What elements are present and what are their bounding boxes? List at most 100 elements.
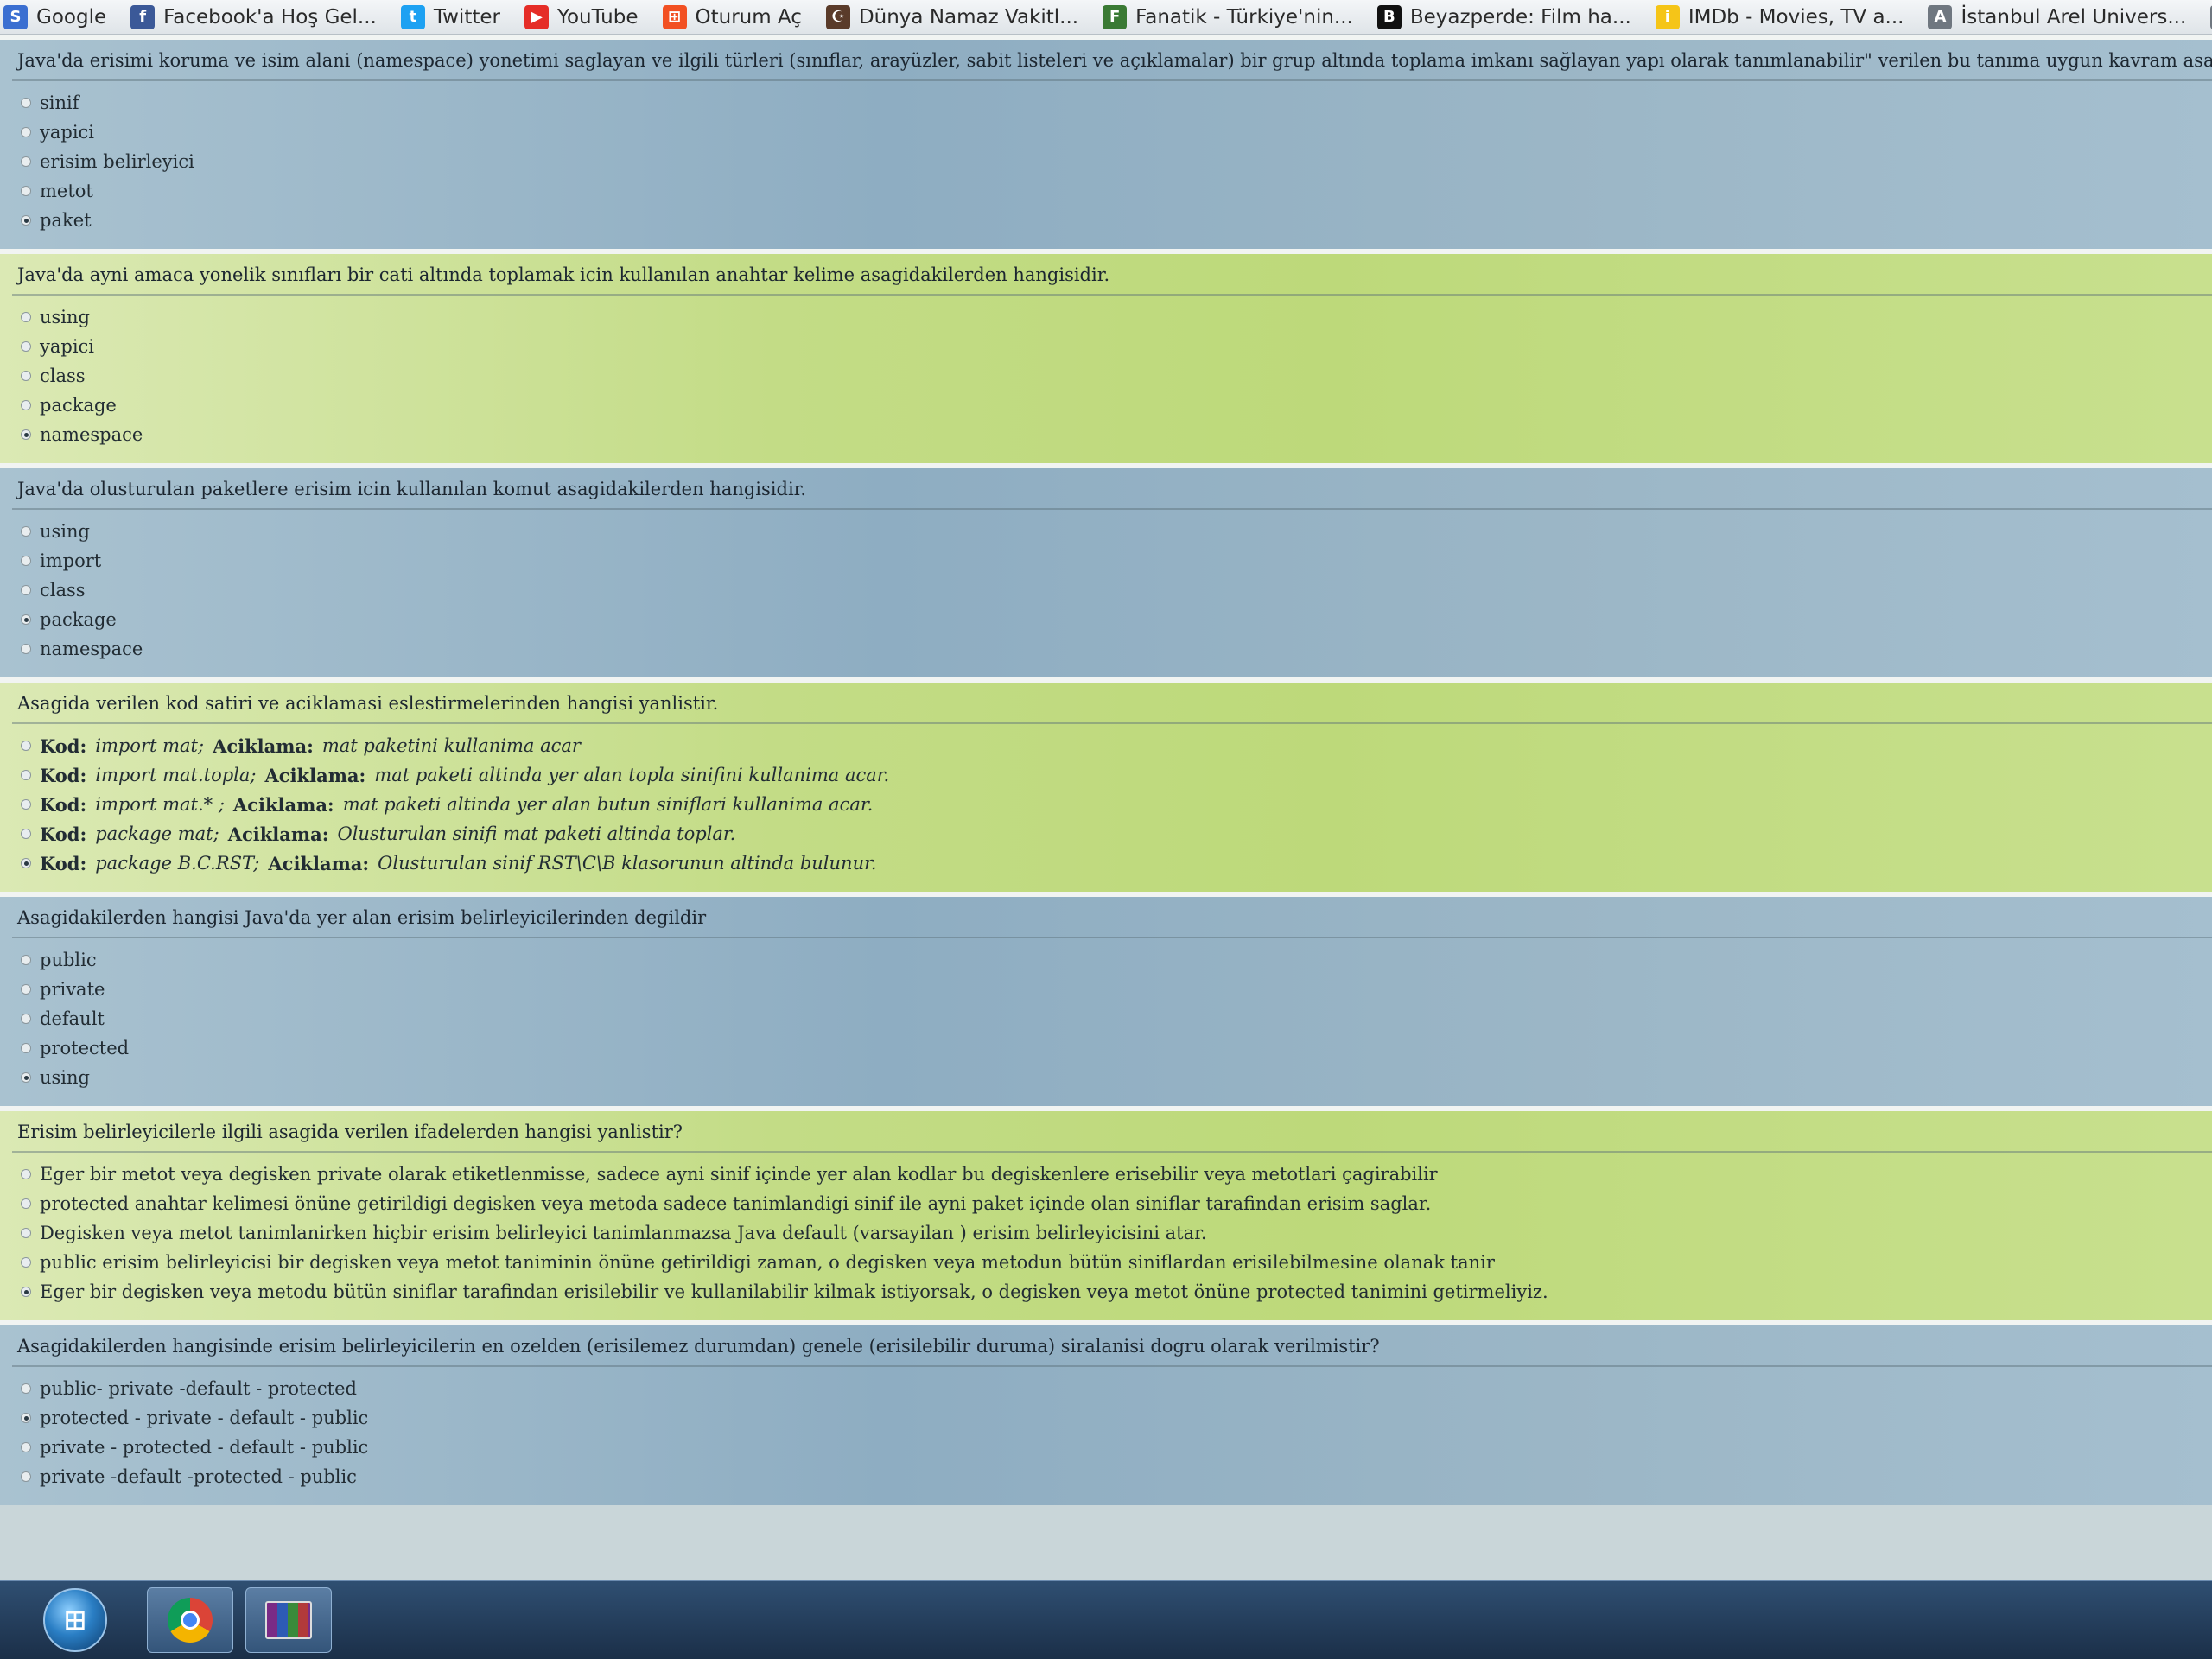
start-button[interactable]: ⊞ [43, 1588, 107, 1652]
answer-option[interactable]: class [21, 361, 2212, 391]
answer-option[interactable]: public erisim belirleyicisi bir degisken… [21, 1248, 2212, 1277]
question-block: Asagida verilen kod satiri ve aciklamasi… [0, 677, 2212, 892]
option-label: protected [40, 1038, 130, 1058]
taskbar-chrome-button[interactable] [147, 1587, 233, 1653]
question-block: Asagidakilerden hangisinde erisim belirl… [0, 1320, 2212, 1505]
bookmark-item[interactable]: ▶ YouTube [524, 4, 639, 29]
answer-option[interactable]: Kod: import mat.* ; Aciklama: mat paketi al… [21, 790, 2212, 819]
radio-button[interactable] [21, 371, 31, 381]
bookmark-item[interactable]: B Beyazperde: Film ha... [1376, 4, 1631, 29]
bookmark-item[interactable]: ⊞ Oturum Aç [662, 4, 802, 29]
radio-button-checked[interactable] [21, 215, 31, 226]
answer-option[interactable]: public [21, 945, 2212, 975]
radio-button[interactable] [21, 770, 31, 780]
answer-option[interactable]: paket [21, 206, 2212, 235]
option-label: using [40, 1067, 90, 1088]
radio-button-checked[interactable] [21, 858, 31, 868]
answer-option[interactable]: sinif [21, 88, 2212, 118]
radio-button[interactable] [21, 526, 31, 537]
radio-button[interactable] [21, 156, 31, 167]
radio-button[interactable] [21, 984, 31, 995]
radio-button[interactable] [21, 1383, 31, 1394]
option-label: import [40, 550, 102, 571]
radio-button[interactable] [21, 1198, 31, 1209]
bookmark-item[interactable]: S Google [3, 4, 106, 29]
radio-button[interactable] [21, 127, 31, 137]
answer-option[interactable]: private -default -protected - public [21, 1462, 2212, 1491]
bookmarks-bar: S Google f Facebook'a Hoş Gel... t Twitter ▶ Yo… [0, 0, 2212, 35]
code-value: package B.C.RST; [95, 853, 260, 874]
radio-button[interactable] [21, 341, 31, 352]
radio-button[interactable] [21, 1043, 31, 1053]
taskbar-winrar-button[interactable] [245, 1587, 332, 1653]
radio-button-checked[interactable] [21, 1287, 31, 1297]
question-text: Java'da olusturulan paketlere erisim ici… [12, 472, 2212, 510]
answer-option[interactable]: using [21, 1063, 2212, 1092]
answer-option[interactable]: Kod: import mat; Aciklama: mat paketini kul… [21, 731, 2212, 760]
answer-option[interactable]: metot [21, 176, 2212, 206]
radio-button[interactable] [21, 799, 31, 810]
radio-button[interactable] [21, 1014, 31, 1024]
answer-option[interactable]: Kod: import mat.topla; Aciklama: mat paketi… [21, 760, 2212, 790]
answer-option[interactable]: Kod: package B.C.RST; Aciklama: Olusturulan… [21, 849, 2212, 878]
answer-option[interactable]: public- private -default - protected [21, 1374, 2212, 1403]
bookmark-label: Dünya Namaz Vakitl... [858, 5, 1079, 29]
answer-option[interactable]: namespace [21, 420, 2212, 449]
winrar-icon [265, 1601, 312, 1639]
bookmark-item[interactable]: A İstanbul Arel Univers... [1928, 4, 2186, 29]
radio-button[interactable] [21, 1471, 31, 1482]
answer-option[interactable]: class [21, 575, 2212, 605]
radio-button[interactable] [21, 829, 31, 839]
description-value: Olusturulan sinifi mat paketi altinda to… [337, 823, 736, 844]
bookmark-item[interactable]: i IMDb - Movies, TV a... [1655, 4, 1904, 29]
radio-button[interactable] [21, 1257, 31, 1268]
windows-icon: ⊞ [662, 4, 687, 29]
radio-button-checked[interactable] [21, 614, 31, 625]
answer-option[interactable]: Eger bir metot veya degisken private ola… [21, 1160, 2212, 1189]
radio-button[interactable] [21, 1442, 31, 1452]
answer-option[interactable]: yapici [21, 332, 2212, 361]
answer-option[interactable]: default [21, 1004, 2212, 1033]
answer-option[interactable]: protected - private - default - public [21, 1403, 2212, 1433]
answer-option[interactable]: protected [21, 1033, 2212, 1063]
option-label: Eger bir metot veya degisken private ola… [40, 1164, 1438, 1185]
description-label: Aciklama: [213, 734, 314, 757]
answer-option[interactable]: Kod: package mat; Aciklama: Olusturulan sin… [21, 819, 2212, 849]
radio-button-checked[interactable] [21, 429, 31, 440]
answer-options: public private default protected using [12, 938, 2212, 1106]
option-label: private -default -protected - public [40, 1466, 357, 1487]
bookmark-item[interactable]: t Twitter [400, 4, 500, 29]
radio-button[interactable] [21, 585, 31, 595]
radio-button[interactable] [21, 400, 31, 410]
radio-button[interactable] [21, 556, 31, 566]
answer-option[interactable]: using [21, 302, 2212, 332]
radio-button[interactable] [21, 312, 31, 322]
radio-button-checked[interactable] [21, 1413, 31, 1423]
radio-button[interactable] [21, 98, 31, 108]
answer-option[interactable]: namespace [21, 634, 2212, 664]
answer-option[interactable]: erisim belirleyici [21, 147, 2212, 176]
radio-button[interactable] [21, 741, 31, 751]
radio-button[interactable] [21, 186, 31, 196]
option-label: public erisim belirleyicisi bir degisken… [40, 1252, 1495, 1273]
answer-option[interactable]: import [21, 546, 2212, 575]
answer-option[interactable]: yapici [21, 118, 2212, 147]
option-label: Degisken veya metot tanimlanirken hiçbir… [40, 1223, 1207, 1243]
answer-option[interactable]: package [21, 391, 2212, 420]
radio-button[interactable] [21, 644, 31, 654]
radio-button[interactable] [21, 1169, 31, 1179]
radio-button[interactable] [21, 1228, 31, 1238]
answer-option[interactable]: Eger bir degisken veya metodu bütün sini… [21, 1277, 2212, 1306]
radio-button[interactable] [21, 955, 31, 965]
option-label: default [40, 1008, 105, 1029]
answer-option[interactable]: private - protected - default - public [21, 1433, 2212, 1462]
answer-option[interactable]: using [21, 517, 2212, 546]
bookmark-item[interactable]: ☪ Dünya Namaz Vakitl... [825, 4, 1079, 29]
radio-button-checked[interactable] [21, 1072, 31, 1083]
bookmark-item[interactable]: F Fanatik - Türkiye'nin... [1103, 4, 1353, 29]
answer-option[interactable]: private [21, 975, 2212, 1004]
answer-option[interactable]: protected anahtar kelimesi önüne getiril… [21, 1189, 2212, 1218]
answer-option[interactable]: Degisken veya metot tanimlanirken hiçbir… [21, 1218, 2212, 1248]
bookmark-item[interactable]: f Facebook'a Hoş Gel... [130, 4, 377, 29]
answer-option[interactable]: package [21, 605, 2212, 634]
